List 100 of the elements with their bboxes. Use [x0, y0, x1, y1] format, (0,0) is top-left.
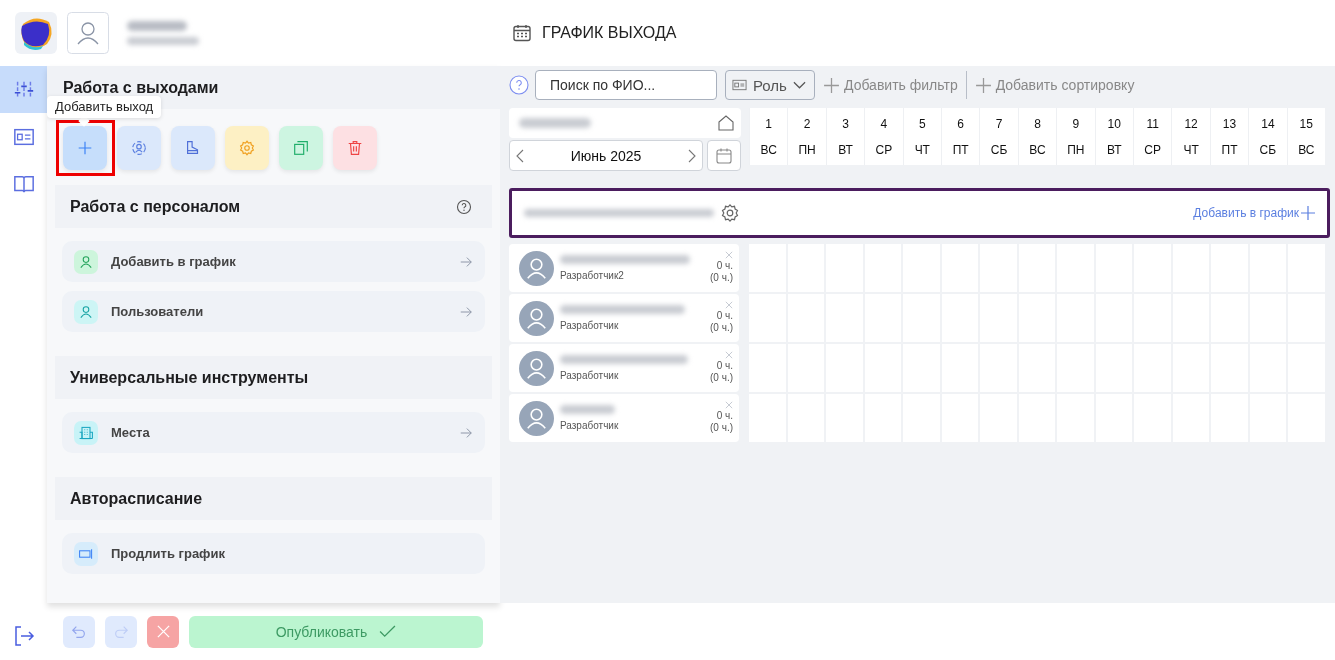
section-title: Работа с выходами: [63, 78, 219, 97]
avatar-icon: [519, 250, 554, 286]
avatar-icon: [519, 350, 554, 386]
employee-role: Разработчик: [560, 370, 620, 381]
blurred-text: [127, 37, 199, 45]
employee-card[interactable]: Разработчик2 0 ч. (0 ч.): [509, 244, 739, 292]
weekday-label: ПТ: [1221, 142, 1238, 157]
planned-hours: (0 ч.): [710, 422, 733, 434]
close-icon[interactable]: [725, 351, 733, 359]
avatar-icon: [519, 400, 554, 436]
home-icon[interactable]: [717, 114, 735, 132]
weekday-label: ПТ: [952, 142, 969, 157]
day-number: 5: [918, 116, 926, 131]
extend-icon: [74, 541, 98, 566]
action-button[interactable]: [225, 126, 269, 170]
day-number: 9: [1072, 116, 1080, 131]
close-icon[interactable]: [725, 301, 733, 309]
planned-hours: (0 ч.): [710, 372, 733, 384]
search-field[interactable]: Поиск по ФИО...: [535, 70, 717, 100]
planned-hours: (0 ч.): [710, 322, 733, 334]
blurred-text: [519, 118, 591, 128]
day-number: 6: [957, 116, 965, 131]
weekday-label: СБ: [1259, 142, 1277, 157]
hours-value: 0 ч.: [716, 310, 733, 322]
weekday-label: ВС: [760, 142, 777, 157]
section-title: Работа с персоналом: [70, 197, 241, 216]
day-number: 3: [842, 116, 849, 131]
employee-role: Разработчик2: [560, 270, 625, 281]
planned-hours: (0 ч.): [710, 272, 733, 284]
person-icon: [130, 139, 148, 157]
day-number: 14: [1261, 116, 1275, 131]
chevron-right-icon[interactable]: [688, 148, 696, 163]
close-icon[interactable]: [725, 251, 733, 259]
action-button[interactable]: [117, 126, 161, 170]
weekday-label: ЧТ: [914, 142, 930, 157]
menu-item[interactable]: Места: [62, 412, 485, 453]
action-button[interactable]: [279, 126, 323, 170]
employee-role: Разработчик: [560, 420, 620, 431]
menu-item[interactable]: Добавить в график: [62, 241, 485, 282]
action-button[interactable]: [171, 126, 215, 170]
day-number: 7: [995, 116, 1003, 131]
hours-value: 0 ч.: [716, 260, 733, 272]
day-number: 10: [1107, 116, 1121, 131]
calendar-button[interactable]: [707, 140, 741, 171]
blurred-text: [127, 21, 187, 31]
day-number: 8: [1034, 116, 1041, 131]
settings-icon[interactable]: [720, 203, 740, 223]
menu-item[interactable]: Продлить график: [62, 533, 485, 574]
day-number: 13: [1222, 116, 1237, 131]
weekday-label: ЧТ: [1183, 142, 1199, 157]
section-title: Универсальные инструменты: [70, 368, 309, 387]
employee-card[interactable]: Разработчик 0 ч. (0 ч.): [509, 294, 739, 342]
plus-icon: [974, 76, 992, 94]
plus-icon: [1301, 206, 1315, 220]
blurred-text: [560, 405, 615, 414]
gear-icon: [238, 139, 256, 157]
day-number: 2: [803, 116, 811, 131]
id-card-icon: [732, 79, 747, 91]
weekday-label: ПН: [798, 142, 816, 157]
logo-icon: [15, 12, 57, 54]
weekday-label: ВТ: [1107, 142, 1122, 157]
action-button[interactable]: [63, 126, 107, 170]
day-number: 1: [765, 116, 773, 131]
chevron-left-icon[interactable]: [516, 148, 524, 163]
day-number: 11: [1146, 116, 1159, 131]
check-icon: [379, 625, 397, 638]
tooltip: Добавить выход: [47, 96, 162, 118]
hours-value: 0 ч.: [716, 360, 733, 372]
trash-icon: [346, 139, 364, 157]
action-button[interactable]: [333, 126, 377, 170]
plus-icon: [823, 76, 840, 94]
weekday-label: ПН: [1067, 142, 1085, 157]
copy-icon: [292, 139, 310, 157]
add-to-schedule-link[interactable]: Добавить в график: [1193, 206, 1315, 220]
employee-card[interactable]: Разработчик 0 ч. (0 ч.): [509, 344, 739, 392]
caret-icon: [792, 81, 806, 89]
plus-icon: [76, 139, 94, 157]
employee-card[interactable]: Разработчик 0 ч. (0 ч.): [509, 394, 739, 442]
weekday-label: СБ: [990, 142, 1008, 157]
person-icon: [74, 299, 98, 324]
logout-icon[interactable]: [12, 624, 35, 647]
month-label: Июнь 2025: [570, 147, 642, 164]
section-title: Авторасписание: [70, 489, 203, 508]
help-icon[interactable]: [509, 75, 529, 95]
weekday-label: СР: [875, 142, 893, 157]
avatar-icon[interactable]: [67, 12, 109, 54]
close-icon[interactable]: [725, 401, 733, 409]
help-icon[interactable]: [456, 198, 472, 215]
weekday-label: ВС: [1029, 142, 1046, 157]
hours-value: 0 ч.: [716, 410, 733, 422]
menu-item[interactable]: Пользователи: [62, 291, 485, 332]
avatar-icon: [519, 300, 554, 336]
role-dropdown[interactable]: Роль: [725, 70, 815, 100]
building-icon: [74, 420, 98, 445]
tooltip-pointer: [78, 115, 90, 127]
day-number: 15: [1299, 116, 1313, 131]
rail-tab[interactable]: [0, 66, 47, 113]
day-number: 4: [880, 116, 888, 131]
page-title: ГРАФИК ВЫХОДА: [542, 24, 677, 42]
weekday-label: ВТ: [838, 142, 853, 157]
